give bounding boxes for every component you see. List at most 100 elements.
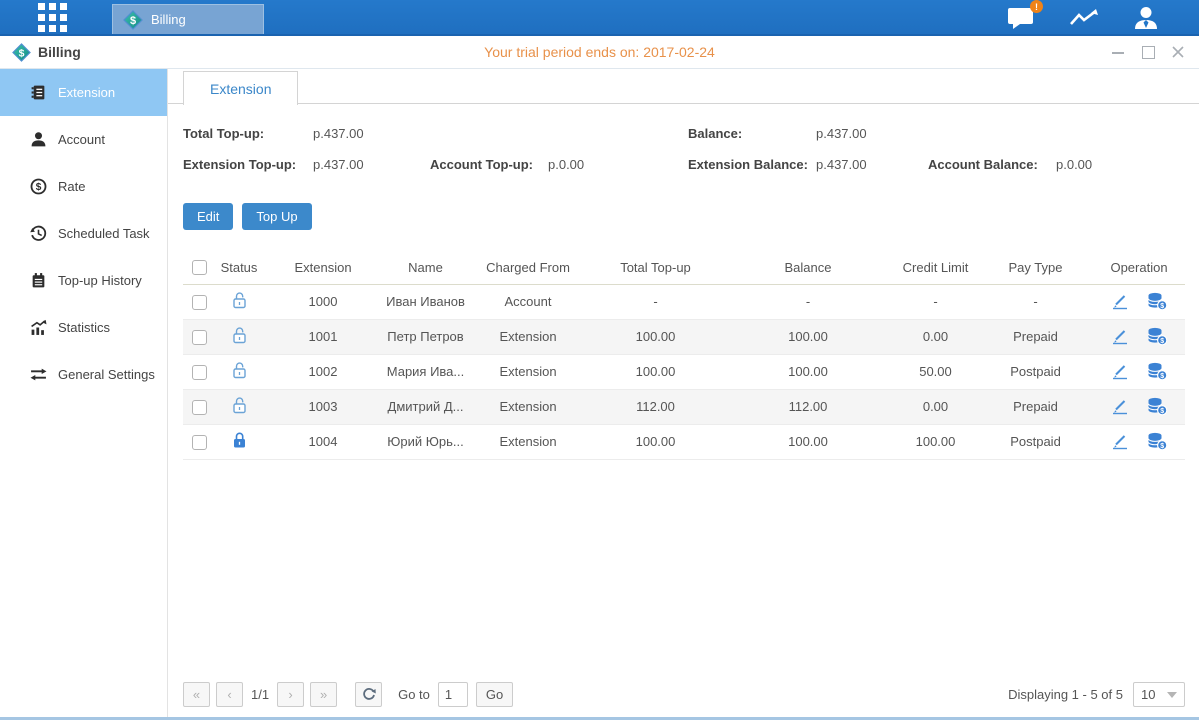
row-checkbox[interactable] — [192, 365, 207, 380]
line-chart-icon[interactable] — [1069, 7, 1099, 29]
refresh-button[interactable] — [355, 682, 382, 707]
extension-table: Status Extension Name Charged From Total… — [183, 251, 1185, 460]
sidebar-item-rate[interactable]: $ Rate — [0, 163, 167, 210]
cell-balance: 100.00 — [723, 319, 893, 354]
scheduled-task-icon — [30, 225, 47, 242]
cell-extension: 1002 — [263, 354, 383, 389]
sidebar-item-label: Scheduled Task — [58, 226, 150, 241]
sidebar: Extension Account $ Rate — [0, 69, 168, 717]
cell-extension: 1003 — [263, 389, 383, 424]
last-page-button[interactable]: » — [310, 682, 337, 707]
chevron-down-icon — [1167, 692, 1177, 698]
user-icon[interactable] — [1133, 6, 1159, 30]
go-button[interactable]: Go — [476, 682, 513, 707]
cell-extension: 1001 — [263, 319, 383, 354]
account-balance-value: p.0.00 — [1056, 157, 1092, 172]
displaying-text: Displaying 1 - 5 of 5 — [1008, 687, 1123, 702]
account-balance-label: Account Balance: — [928, 157, 1056, 172]
close-icon[interactable] — [1171, 46, 1185, 58]
page-size-select[interactable]: 10 — [1133, 682, 1185, 707]
apps-grid-icon[interactable] — [38, 3, 67, 32]
cell-credit-limit: 0.00 — [893, 319, 978, 354]
sidebar-item-extension[interactable]: Extension — [0, 69, 167, 116]
table-row: 1004 Юрий Юрь... Extension 100.00 100.00… — [183, 424, 1185, 459]
table-row: 1001 Петр Петров Extension 100.00 100.00… — [183, 319, 1185, 354]
row-checkbox[interactable] — [192, 330, 207, 345]
coins-icon[interactable]: $ — [1147, 362, 1168, 381]
taskbar-tab-billing[interactable]: $ Billing — [112, 4, 264, 34]
prev-page-button[interactable]: ‹ — [216, 682, 243, 707]
cell-total-topup: 100.00 — [588, 354, 723, 389]
row-checkbox[interactable] — [192, 295, 207, 310]
minimize-icon[interactable] — [1111, 46, 1125, 58]
pencil-icon[interactable] — [1111, 329, 1129, 345]
maximize-icon[interactable] — [1141, 46, 1155, 58]
cell-charged-from: Extension — [468, 424, 588, 459]
window-controls — [1111, 46, 1185, 58]
col-charged-from: Charged From — [468, 251, 588, 284]
sidebar-item-general-settings[interactable]: General Settings — [0, 351, 167, 398]
sidebar-item-statistics[interactable]: Statistics — [0, 304, 167, 351]
svg-text:$: $ — [36, 182, 42, 193]
cell-pay-type: Postpaid — [978, 424, 1093, 459]
cell-credit-limit: - — [893, 284, 978, 319]
select-all-checkbox[interactable] — [192, 260, 207, 275]
trial-message: Your trial period ends on: 2017-02-24 — [0, 44, 1199, 60]
summary-left: Total Top-up: p.437.00 Extension Top-up:… — [183, 118, 688, 180]
svg-text:$: $ — [1160, 373, 1164, 380]
statistics-icon — [30, 319, 47, 336]
status-unlocked-icon — [231, 291, 248, 309]
goto-page-input[interactable] — [438, 682, 468, 707]
cell-pay-type: Postpaid — [978, 354, 1093, 389]
pagination-bar: « ‹ 1/1 › » Go to Go Displaying 1 - 5 of… — [183, 682, 1185, 707]
total-topup-value: p.437.00 — [313, 126, 364, 141]
topbar-right: ! — [1007, 0, 1159, 36]
coins-icon[interactable]: $ — [1147, 432, 1168, 451]
sidebar-item-topup-history[interactable]: Top-up History — [0, 257, 167, 304]
cell-credit-limit: 0.00 — [893, 389, 978, 424]
cell-balance: - — [723, 284, 893, 319]
cell-name: Дмитрий Д... — [383, 389, 468, 424]
extension-balance-label: Extension Balance: — [688, 157, 816, 172]
first-page-button[interactable]: « — [183, 682, 210, 707]
page-indicator: 1/1 — [251, 687, 269, 702]
row-checkbox[interactable] — [192, 435, 207, 450]
extension-balance-value: p.437.00 — [816, 157, 928, 172]
tab-extension[interactable]: Extension — [183, 71, 298, 105]
table-header-row: Status Extension Name Charged From Total… — [183, 251, 1185, 284]
billing-diamond-icon: $ — [123, 10, 143, 30]
col-credit-limit: Credit Limit — [893, 251, 978, 284]
top-up-button[interactable]: Top Up — [242, 203, 311, 230]
col-total-topup: Total Top-up — [588, 251, 723, 284]
pencil-icon[interactable] — [1111, 399, 1129, 415]
cell-extension: 1000 — [263, 284, 383, 319]
sidebar-item-account[interactable]: Account — [0, 116, 167, 163]
refresh-icon — [362, 688, 376, 702]
row-checkbox[interactable] — [192, 400, 207, 415]
next-page-button[interactable]: › — [277, 682, 304, 707]
col-extension: Extension — [263, 251, 383, 284]
messages-icon[interactable]: ! — [1007, 6, 1035, 30]
cell-pay-type: Prepaid — [978, 319, 1093, 354]
cell-pay-type: Prepaid — [978, 389, 1093, 424]
titlebar: $ Billing Your trial period ends on: 201… — [0, 36, 1199, 69]
sidebar-item-label: Statistics — [58, 320, 110, 335]
coins-icon[interactable]: $ — [1147, 397, 1168, 416]
pencil-icon[interactable] — [1111, 294, 1129, 310]
cell-total-topup: - — [588, 284, 723, 319]
col-pay-type: Pay Type — [978, 251, 1093, 284]
pencil-icon[interactable] — [1111, 434, 1129, 450]
pencil-icon[interactable] — [1111, 364, 1129, 380]
table-row: 1002 Мария Ива... Extension 100.00 100.0… — [183, 354, 1185, 389]
sidebar-item-label: Account — [58, 132, 105, 147]
topbar: $ Billing ! — [0, 0, 1199, 36]
sidebar-item-scheduled-task[interactable]: Scheduled Task — [0, 210, 167, 257]
coins-icon[interactable]: $ — [1147, 327, 1168, 346]
edit-button[interactable]: Edit — [183, 203, 233, 230]
cell-charged-from: Extension — [468, 354, 588, 389]
svg-text:$: $ — [130, 15, 136, 27]
goto-label: Go to — [398, 687, 430, 702]
table-body: 1000 Иван Иванов Account - - - - — [183, 284, 1185, 459]
total-topup-label: Total Top-up: — [183, 126, 313, 141]
coins-icon[interactable]: $ — [1147, 292, 1168, 311]
